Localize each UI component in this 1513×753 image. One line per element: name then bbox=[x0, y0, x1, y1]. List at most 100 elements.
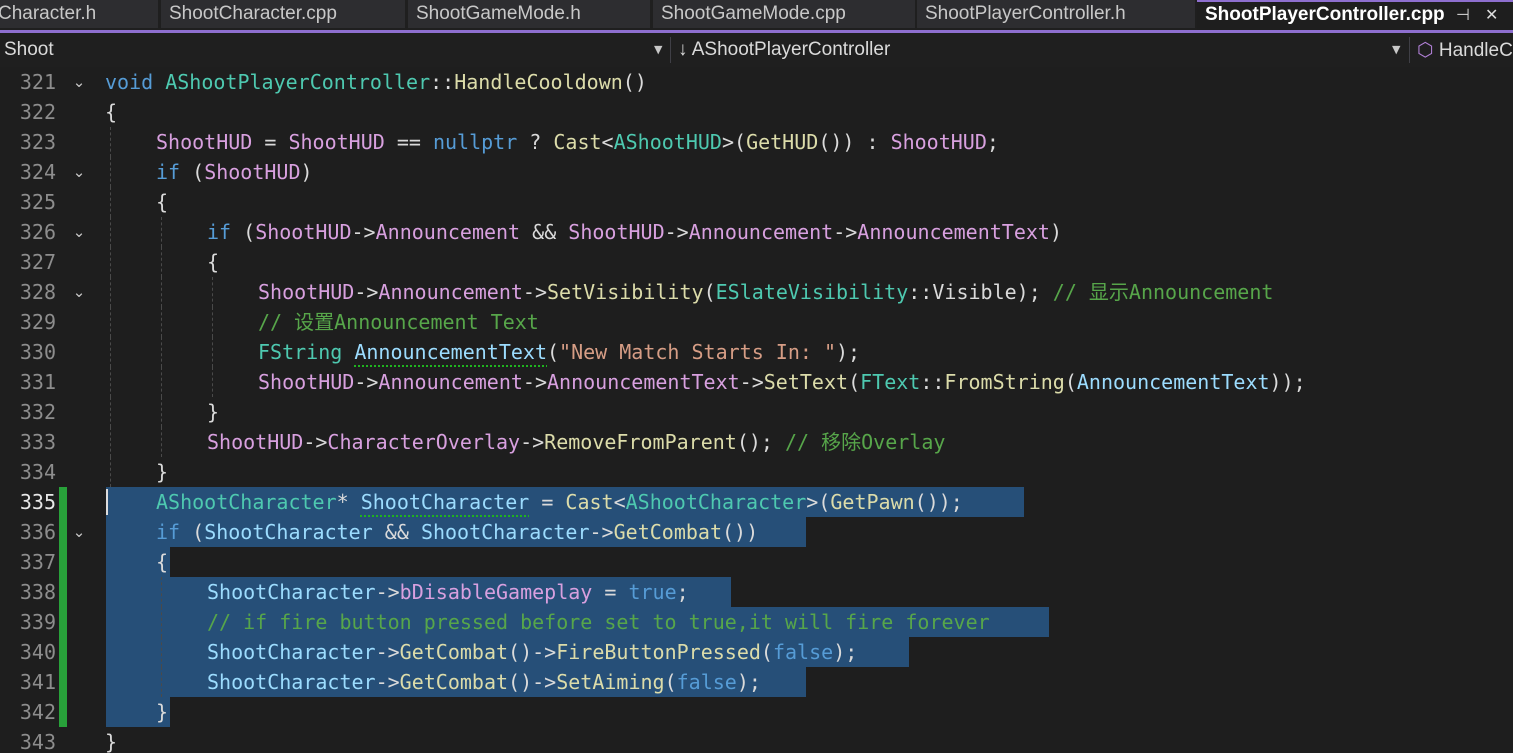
code-text: { bbox=[156, 550, 169, 574]
line-number: 321 bbox=[19, 70, 56, 94]
member-dropdown-value: HandleC bbox=[1438, 40, 1513, 61]
code-line: 335 AShootCharacter* ShootCharacter = Ca… bbox=[0, 487, 1513, 517]
fold-chevron-icon[interactable]: ⌄ bbox=[70, 157, 88, 187]
indent-guide bbox=[110, 187, 112, 217]
line-number: 339 bbox=[19, 610, 56, 634]
indent-guide bbox=[212, 337, 214, 367]
tab-shootplayercontroller-h[interactable]: ShootPlayerController.h bbox=[917, 0, 1195, 28]
line-number: 332 bbox=[19, 400, 56, 424]
project-dropdown[interactable]: Shoot bbox=[4, 33, 644, 67]
scope-dropdown[interactable]: ↓ AShootPlayerController bbox=[678, 33, 1378, 67]
divider bbox=[1409, 37, 1410, 63]
code-line: 338 ShootCharacter->bDisableGameplay = t… bbox=[0, 577, 1513, 607]
code-line: 332 } bbox=[0, 397, 1513, 427]
tab-label: Character.h bbox=[0, 3, 97, 24]
indent-guide bbox=[110, 457, 112, 487]
chevron-down-icon[interactable]: ▼ bbox=[1392, 33, 1400, 67]
fold-chevron-icon[interactable]: ⌄ bbox=[70, 517, 88, 547]
line-number: 331 bbox=[19, 370, 56, 394]
code-line: 334 } bbox=[0, 457, 1513, 487]
fold-chevron-icon[interactable]: ⌄ bbox=[70, 217, 88, 247]
code-text: } bbox=[156, 460, 169, 484]
change-indicator bbox=[59, 667, 67, 697]
tab-shootcharacter-cpp[interactable]: ShootCharacter.cpp bbox=[161, 0, 405, 28]
code-text: } bbox=[105, 730, 118, 753]
chevron-down-icon[interactable]: ▼ bbox=[654, 33, 662, 67]
code-line: 325 { bbox=[0, 187, 1513, 217]
code-line: 324 ⌄ if (ShootHUD) bbox=[0, 157, 1513, 187]
indent-guide bbox=[110, 157, 112, 187]
line-number: 328 bbox=[19, 280, 56, 304]
line-number: 340 bbox=[19, 640, 56, 664]
indent-guide bbox=[212, 277, 214, 307]
project-dropdown-value: Shoot bbox=[4, 39, 54, 60]
tab-label: ShootGameMode.h bbox=[416, 3, 581, 24]
text-cursor bbox=[106, 489, 108, 515]
line-number: 325 bbox=[19, 190, 56, 214]
change-indicator bbox=[59, 517, 67, 547]
tab-character-h[interactable]: Character.h bbox=[0, 0, 158, 28]
tab-shootgamemode-h[interactable]: ShootGameMode.h bbox=[408, 0, 650, 28]
line-number: 327 bbox=[19, 250, 56, 274]
line-number: 324 bbox=[19, 160, 56, 184]
code-editor[interactable]: 321 ⌄ void AShootPlayerController::Handl… bbox=[0, 67, 1513, 753]
code-line: 339 // if fire button pressed before set… bbox=[0, 607, 1513, 637]
indent-guide bbox=[110, 277, 112, 307]
code-text: // 设置Announcement Text bbox=[258, 310, 539, 334]
cube-icon: ⬡ bbox=[1417, 39, 1434, 61]
indent-guide bbox=[110, 397, 112, 427]
change-indicator bbox=[59, 607, 67, 637]
change-indicator bbox=[59, 547, 67, 577]
code-line: 326 ⌄ if (ShootHUD->Announcement && Shoo… bbox=[0, 217, 1513, 247]
line-number: 330 bbox=[19, 340, 56, 364]
indent-guide bbox=[161, 337, 163, 367]
code-text: ShootCharacter->bDisableGameplay = true; bbox=[207, 580, 689, 604]
fold-chevron-icon[interactable]: ⌄ bbox=[70, 67, 88, 97]
line-number: 323 bbox=[19, 130, 56, 154]
line-number: 341 bbox=[19, 670, 56, 694]
code-text: void AShootPlayerController::HandleCoold… bbox=[105, 70, 647, 94]
tab-label: ShootPlayerController.h bbox=[925, 3, 1126, 24]
indent-guide bbox=[161, 247, 163, 277]
code-text: ShootHUD->Announcement->SetVisibility(ES… bbox=[258, 280, 1274, 304]
line-number: 333 bbox=[19, 430, 56, 454]
line-number: 342 bbox=[19, 700, 56, 724]
indent-guide bbox=[161, 307, 163, 337]
code-text: AShootCharacter* ShootCharacter = Cast<A… bbox=[156, 490, 963, 514]
code-text: } bbox=[156, 700, 169, 724]
code-text: } bbox=[207, 400, 220, 424]
indent-guide bbox=[212, 367, 214, 397]
code-text: if (ShootCharacter && ShootCharacter->Ge… bbox=[156, 520, 759, 544]
indent-guide bbox=[161, 607, 163, 637]
code-line: 341 ShootCharacter->GetCombat()->SetAimi… bbox=[0, 667, 1513, 697]
scope-dropdown-value: AShootPlayerController bbox=[691, 39, 891, 60]
tab-label: ShootCharacter.cpp bbox=[169, 3, 337, 24]
change-indicator bbox=[59, 637, 67, 667]
member-dropdown[interactable]: ⬡ HandleC bbox=[1417, 33, 1513, 67]
code-line: 330 FString AnnouncementText("New Match … bbox=[0, 337, 1513, 367]
code-text: { bbox=[105, 100, 118, 124]
change-indicator bbox=[59, 487, 67, 517]
code-text: if (ShootHUD->Announcement && ShootHUD->… bbox=[207, 220, 1062, 244]
change-indicator bbox=[59, 697, 67, 727]
change-indicator bbox=[59, 577, 67, 607]
line-number: 338 bbox=[19, 580, 56, 604]
fold-chevron-icon[interactable]: ⌄ bbox=[70, 277, 88, 307]
indent-guide bbox=[161, 277, 163, 307]
code-line: 322 { bbox=[0, 97, 1513, 127]
pin-icon[interactable]: ⊣ bbox=[1456, 2, 1470, 28]
code-line: 328 ⌄ ShootHUD->Announcement->SetVisibil… bbox=[0, 277, 1513, 307]
code-text: ShootHUD->Announcement->AnnouncementText… bbox=[258, 370, 1306, 394]
code-text: // if fire button pressed before set to … bbox=[207, 610, 990, 634]
code-line: 337 { bbox=[0, 547, 1513, 577]
indent-guide bbox=[110, 127, 112, 157]
close-icon[interactable]: ✕ bbox=[1485, 2, 1498, 28]
indent-guide bbox=[212, 307, 214, 337]
code-text: ShootHUD->CharacterOverlay->RemoveFromPa… bbox=[207, 430, 946, 454]
line-number: 335 bbox=[19, 490, 56, 514]
scope-arrow-icon: ↓ bbox=[678, 39, 688, 60]
code-line: 340 ShootCharacter->GetCombat()->FireBut… bbox=[0, 637, 1513, 667]
tab-shootgamemode-cpp[interactable]: ShootGameMode.cpp bbox=[653, 0, 915, 28]
code-line: 342 } bbox=[0, 697, 1513, 727]
indent-guide bbox=[110, 337, 112, 367]
